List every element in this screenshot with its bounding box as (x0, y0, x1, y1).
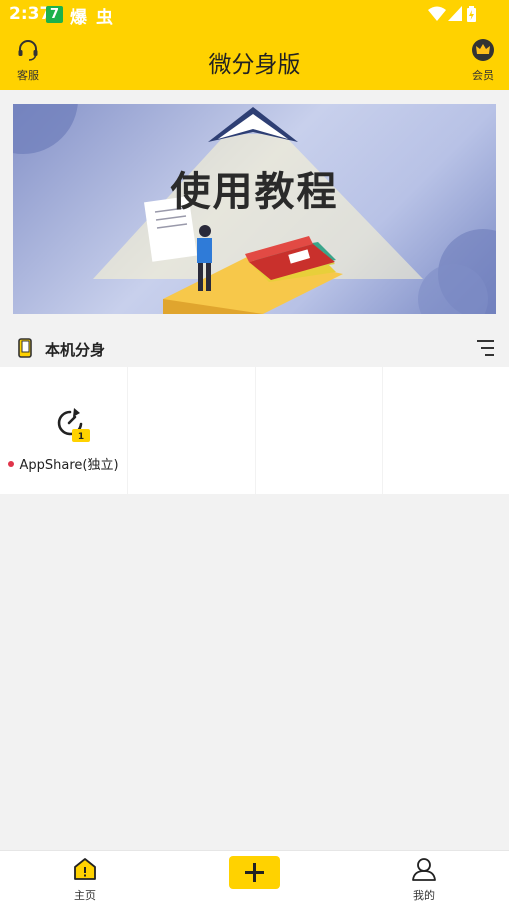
battery-icon (467, 6, 476, 22)
empty-slot (383, 367, 509, 494)
app-label: AppShare(独立) (19, 458, 119, 473)
add-button[interactable] (229, 856, 280, 889)
wifi-icon (428, 6, 446, 21)
status-dot (8, 460, 15, 467)
crown-icon (472, 39, 494, 61)
notification-app-icon: 爆 (70, 8, 87, 28)
status-time: 2:37 (9, 4, 52, 24)
sort-menu-icon[interactable] (477, 340, 495, 356)
app-tile-appshare[interactable]: 1 AppShare(独立) (0, 367, 127, 494)
nav-home[interactable]: 主页 (55, 857, 115, 903)
app-grid: 1 AppShare(独立) (0, 367, 509, 494)
bottom-nav: 主页 我的 (0, 850, 509, 905)
section-header: 本机分身 (0, 328, 509, 366)
status-bar: 2:37 7 爆 虫 (0, 0, 509, 28)
app-label-row: AppShare(独立) (0, 454, 127, 473)
nav-me[interactable]: 我的 (394, 857, 454, 903)
plus-icon (245, 863, 264, 882)
banner-title: 使用教程 (170, 169, 339, 215)
app-header: 2:37 7 爆 虫 客服 微分身版 会员 (0, 0, 509, 90)
vip-label: 会员 (472, 69, 494, 82)
refresh-app-icon: 1 (57, 408, 90, 442)
empty-slot (127, 367, 255, 494)
home-icon (74, 858, 96, 880)
empty-slot (255, 367, 383, 494)
tutorial-banner[interactable]: 使用教程 (13, 104, 496, 314)
notification-app-icon-2: 虫 (96, 8, 113, 28)
page-title: 微分身版 (208, 52, 301, 78)
nav-home-label: 主页 (74, 889, 96, 902)
app-badge-text: 1 (78, 432, 84, 442)
signal-icon (448, 6, 462, 21)
phone-icon (18, 338, 32, 358)
section-title: 本机分身 (45, 341, 106, 359)
notification-badge-icon: 7 (46, 6, 63, 23)
vip-button[interactable]: 会员 (463, 38, 503, 83)
nav-me-label: 我的 (413, 889, 435, 902)
user-icon (412, 858, 436, 881)
